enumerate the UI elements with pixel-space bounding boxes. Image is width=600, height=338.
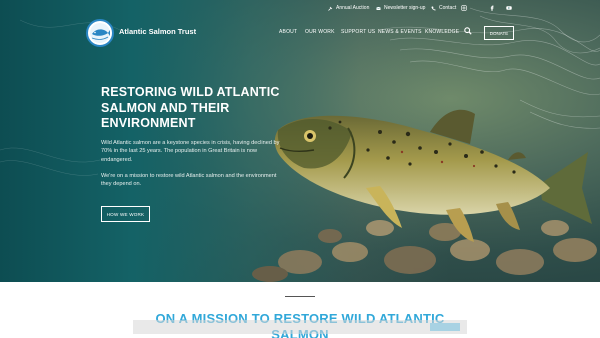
nav-knowledge[interactable]: KNOWLEDGE (425, 29, 459, 35)
contact-link[interactable]: Contact (431, 2, 456, 14)
annual-auction-label: Annual Auction (336, 5, 370, 11)
phone-icon (431, 6, 436, 10)
nav-news-events[interactable]: NEWS & EVENTS (378, 29, 422, 35)
gavel-icon (328, 6, 333, 11)
utility-bar: Annual Auction Newsletter sign-up Contac… (0, 2, 600, 14)
envelope-icon (376, 6, 381, 10)
nav-our-work[interactable]: OUR WORK (305, 29, 335, 35)
section-divider (285, 296, 315, 297)
cookie-accept-button[interactable] (430, 323, 460, 331)
hero-paragraph-2: We're on a mission to restore wild Atlan… (101, 173, 277, 188)
hero-title: RESTORING WILD ATLANTIC SALMON AND THEIR… (101, 85, 280, 130)
annual-auction-link[interactable]: Annual Auction (328, 2, 369, 14)
salmon-logo-icon (90, 23, 110, 43)
contact-label: Contact (439, 5, 457, 11)
salmon-fish-image (274, 109, 592, 242)
how-we-work-button[interactable]: HOW WE WORK (101, 206, 150, 222)
youtube-icon[interactable] (505, 4, 513, 12)
logo[interactable] (86, 19, 114, 47)
newsletter-signup-link[interactable]: Newsletter sign-up (376, 2, 425, 14)
cookie-banner (133, 320, 467, 334)
donate-button[interactable]: DONATE (484, 26, 514, 40)
nav-about[interactable]: ABOUT (279, 29, 297, 35)
newsletter-signup-label: Newsletter sign-up (384, 5, 426, 11)
instagram-icon[interactable] (460, 4, 468, 12)
hero-section: Annual Auction Newsletter sign-up Contac… (0, 0, 600, 282)
search-icon[interactable] (464, 27, 472, 35)
brand-name[interactable]: Atlantic Salmon Trust (119, 27, 196, 36)
hero-paragraph-1: Wild Atlantic salmon are a keystone spec… (101, 140, 280, 163)
facebook-icon[interactable] (488, 4, 496, 12)
nav-support-us[interactable]: SUPPORT US (341, 29, 375, 35)
